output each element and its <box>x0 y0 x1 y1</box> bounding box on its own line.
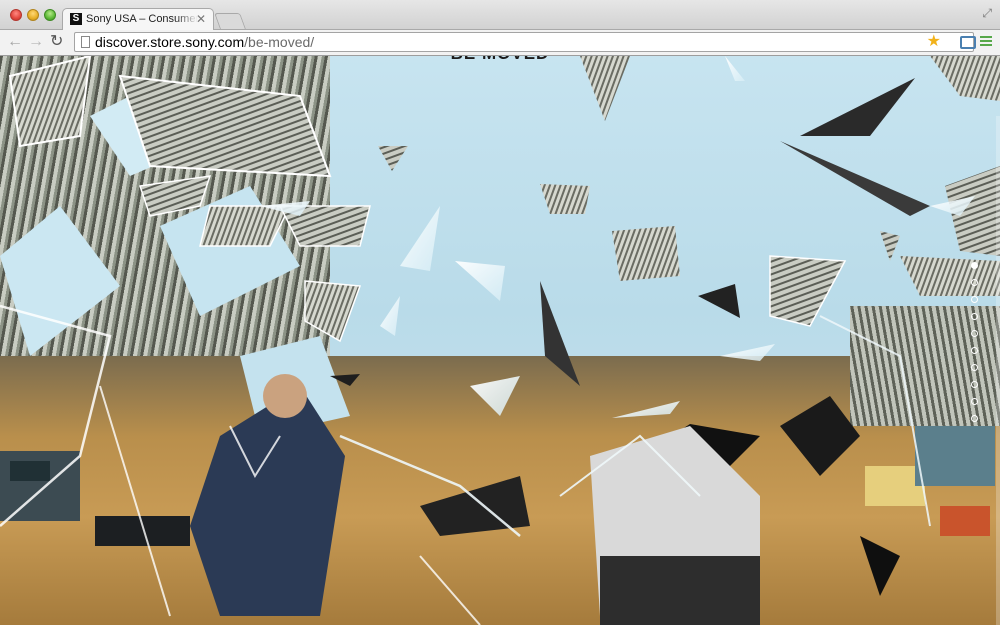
tab-title: Sony USA – Consumer Electronics <box>86 13 198 25</box>
minimize-window-button[interactable] <box>27 9 39 21</box>
page-scrollbar[interactable] <box>996 116 1000 625</box>
forward-arrow-icon[interactable]: → <box>28 33 44 51</box>
back-arrow-icon[interactable]: ← <box>7 33 23 51</box>
slide-dot-9[interactable] <box>971 398 978 405</box>
slide-dot-3[interactable] <box>971 296 978 303</box>
url-text[interactable]: discover.store.sony.com/be-moved/ <box>95 34 314 51</box>
url-path: /be-moved/ <box>244 34 315 50</box>
new-tab-button[interactable] <box>214 13 246 29</box>
slide-dot-7[interactable] <box>971 364 978 371</box>
sony-favicon-icon: S <box>70 13 82 25</box>
tab-close-icon[interactable]: ✕ <box>196 12 206 26</box>
page-icon <box>81 36 90 48</box>
slide-dot-2[interactable] <box>971 279 978 286</box>
reload-icon[interactable]: ↻ <box>50 33 63 51</box>
page-heading: BE MOVED <box>0 56 1000 64</box>
bookmark-star-icon[interactable]: ★ <box>927 33 941 51</box>
address-bar[interactable]: discover.store.sony.com/be-moved/ ★ <box>74 32 974 52</box>
slide-dot-10[interactable] <box>971 415 978 422</box>
browser-window: S Sony USA – Consumer Electronics ✕ ⤢ ← … <box>0 0 1000 625</box>
slide-navigation <box>969 262 981 432</box>
fullscreen-icon[interactable]: ⤢ <box>982 6 992 21</box>
shattered-glass-graphic <box>0 56 1000 625</box>
close-window-button[interactable] <box>10 9 22 21</box>
slide-dot-8[interactable] <box>971 381 978 388</box>
url-host: discover.store.sony.com <box>95 34 245 50</box>
chrome-menu-icon[interactable] <box>980 36 992 46</box>
page-content: BE MOVED <box>0 56 1000 625</box>
tab-strip: S Sony USA – Consumer Electronics ✕ ⤢ <box>0 0 1000 31</box>
tab-active[interactable]: S Sony USA – Consumer Electronics ✕ <box>62 8 214 31</box>
browser-toolbar: ← → ↻ discover.store.sony.com/be-moved/ … <box>0 30 1000 56</box>
slide-dot-5[interactable] <box>971 330 978 337</box>
extension-icon[interactable] <box>960 36 976 49</box>
slide-dot-4[interactable] <box>971 313 978 320</box>
zoom-window-button[interactable] <box>44 9 56 21</box>
slide-dot-6[interactable] <box>971 347 978 354</box>
slide-dot-1[interactable] <box>971 262 978 269</box>
